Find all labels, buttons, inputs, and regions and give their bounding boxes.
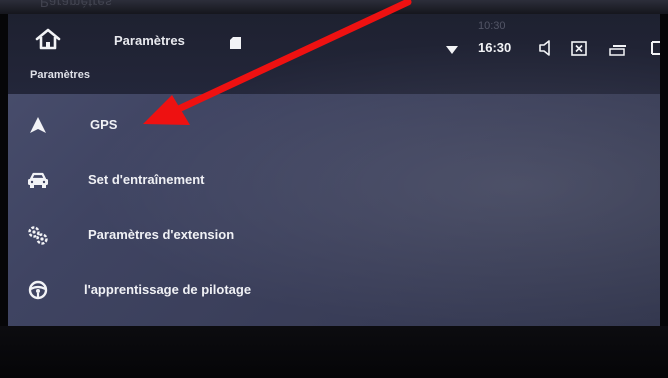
device-bottom-bezel (0, 326, 668, 378)
volume-icon (539, 40, 550, 56)
app-title: Paramètres (114, 33, 185, 48)
sd-card-icon (230, 36, 241, 49)
wifi-icon (446, 42, 458, 54)
device-screen: Paramètres 10:30 Paramètres 16:30 Paramè… (0, 0, 668, 378)
recent-apps-icon (609, 45, 626, 56)
settings-screen: 10:30 Paramètres 16:30 Paramètres GPS Se… (8, 14, 660, 326)
status-reflection: 10:30 (438, 16, 658, 36)
back-icon (651, 41, 660, 55)
reflection-title: Paramètres (40, 0, 113, 10)
menu-item-pilot-learning[interactable]: l'apprentissage de pilotage (8, 263, 660, 317)
volume-button[interactable] (538, 40, 554, 56)
close-app-button[interactable] (571, 41, 587, 56)
menu-item-label: Paramètres d'extension (88, 227, 235, 242)
top-bar: 10:30 Paramètres 16:30 Paramètres (8, 14, 660, 94)
menu-item-gps[interactable]: GPS (8, 98, 660, 152)
home-icon (35, 28, 61, 50)
navigation-arrow-icon (26, 114, 50, 136)
recent-apps-button[interactable] (609, 43, 627, 56)
menu-item-label: GPS (90, 117, 118, 132)
close-app-icon (571, 41, 587, 56)
menu-item-label: Set d'entraînement (88, 172, 205, 187)
status-clock: 16:30 (478, 40, 512, 55)
car-icon (26, 169, 50, 191)
screen-reflection: Paramètres (40, 0, 250, 10)
menu-item-training-set[interactable]: Set d'entraînement (8, 153, 660, 207)
home-button[interactable] (34, 27, 62, 51)
section-title: Paramètres (30, 69, 90, 81)
menu-item-label: l'apprentissage de pilotage (84, 282, 252, 297)
steering-wheel-icon (26, 279, 50, 301)
gears-icon (26, 224, 50, 246)
back-button[interactable] (648, 38, 660, 58)
menu-item-extension-settings[interactable]: Paramètres d'extension (8, 208, 660, 262)
reflection-clock: 10:30 (478, 20, 506, 32)
